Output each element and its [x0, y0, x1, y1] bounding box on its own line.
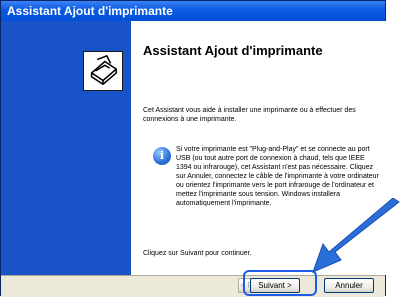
window-title: Assistant Ajout d'imprimante — [7, 4, 173, 18]
info-icon: i — [153, 147, 171, 165]
page-title: Assistant Ajout d'imprimante — [143, 43, 323, 58]
intro-text: Cet Assistant vous aide à installer une … — [143, 107, 356, 123]
wizard-sidebar — [1, 21, 131, 275]
cancel-button[interactable]: Annuler — [324, 278, 374, 293]
next-button[interactable]: Suivant > — [250, 278, 300, 293]
printer-icon — [83, 51, 123, 91]
title-bar[interactable]: Assistant Ajout d'imprimante — [1, 1, 385, 21]
blue-arrow-icon — [312, 198, 400, 273]
